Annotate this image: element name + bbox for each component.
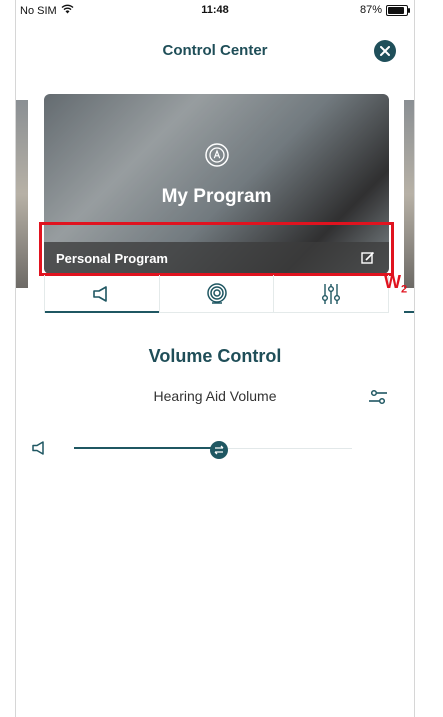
control-tabs <box>44 275 389 313</box>
annotation-highlight-box <box>39 222 394 276</box>
settings-sliders-icon[interactable] <box>368 388 388 406</box>
next-card-tab-indicator <box>404 311 414 313</box>
tab-surround[interactable] <box>158 275 274 312</box>
radar-icon <box>206 282 227 304</box>
slider-thumb[interactable] <box>209 441 228 459</box>
volume-slider[interactable] <box>74 441 352 459</box>
status-bar: No SIM 11:48 87% <box>16 0 414 22</box>
status-right: 87% <box>359 4 410 16</box>
program-name: My Program <box>161 186 272 207</box>
status-time: 11:48 <box>201 4 229 16</box>
speaker-icon <box>93 285 107 302</box>
battery-icon <box>386 4 410 16</box>
tab-equalizer[interactable] <box>273 275 388 312</box>
previous-program-card[interactable] <box>16 100 28 288</box>
tab-volume[interactable] <box>45 275 159 313</box>
annotation-subscript: 2 <box>401 283 408 296</box>
close-button[interactable] <box>374 40 396 62</box>
phone-screen: No SIM 11:48 87% Control Center My Progr… <box>15 0 415 717</box>
auto-program-icon <box>205 143 229 167</box>
annotation-label: W2 <box>384 272 407 296</box>
next-program-card[interactable] <box>404 100 414 288</box>
grip-arrows-icon <box>214 445 224 455</box>
equalizer-icon <box>322 283 341 304</box>
page-title: Control Center <box>162 42 268 59</box>
close-icon <box>380 46 390 56</box>
battery-percent: 87% <box>359 4 382 16</box>
volume-speaker-icon <box>32 441 44 455</box>
hearing-aid-volume-label: Hearing Aid Volume <box>153 388 277 404</box>
slider-fill <box>74 447 219 449</box>
volume-control-heading: Volume Control <box>148 346 282 366</box>
annotation-letter: W <box>384 272 401 292</box>
